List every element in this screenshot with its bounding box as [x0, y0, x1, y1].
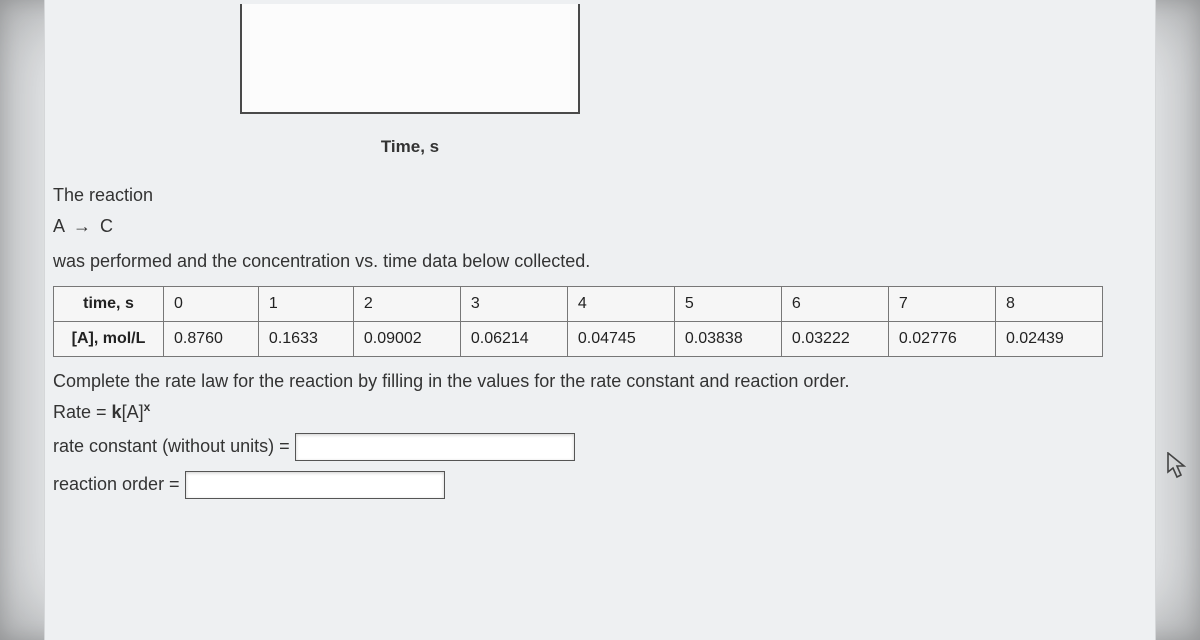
conc-cell: 0.1633	[258, 322, 353, 357]
chart-plot-area	[240, 4, 580, 114]
row-header-time: time, s	[54, 287, 164, 322]
reaction-order-label: reaction order =	[53, 474, 180, 494]
concentration-table: time, s 0 1 2 3 4 5 6 7 8 [A], mol/L 0.8…	[53, 286, 1103, 357]
cursor-icon	[1166, 452, 1188, 480]
conc-cell: 0.02776	[888, 322, 995, 357]
time-cell: 5	[674, 287, 781, 322]
conc-cell: 0.02439	[995, 322, 1102, 357]
rate-prefix: Rate =	[53, 402, 112, 422]
time-cell: 2	[353, 287, 460, 322]
time-cell: 4	[567, 287, 674, 322]
chart-area: Time, s	[45, 4, 1155, 157]
table-row: [A], mol/L 0.8760 0.1633 0.09002 0.06214…	[54, 322, 1103, 357]
reaction-equation: A → C	[53, 216, 1155, 237]
time-cell: 3	[460, 287, 567, 322]
time-cell: 7	[888, 287, 995, 322]
intro-line-1: The reaction	[53, 185, 1155, 206]
chart-x-axis-label: Time, s	[0, 137, 1155, 157]
rate-k: k	[112, 402, 122, 422]
rate-constant-row: rate constant (without units) =	[53, 433, 1155, 461]
time-cell: 6	[781, 287, 888, 322]
time-cell: 1	[258, 287, 353, 322]
rate-law-equation: Rate = k[A]x	[53, 400, 1155, 423]
reaction-order-row: reaction order =	[53, 471, 1155, 499]
rate-species: A	[127, 402, 139, 422]
conc-cell: 0.06214	[460, 322, 567, 357]
rate-constant-input[interactable]	[295, 433, 575, 461]
intro-line-2: was performed and the concentration vs. …	[53, 251, 1155, 272]
reaction-order-input[interactable]	[185, 471, 445, 499]
instruction-text: Complete the rate law for the reaction b…	[53, 371, 1155, 392]
rate-constant-label: rate constant (without units) =	[53, 436, 290, 456]
reaction-rhs: C	[100, 216, 113, 236]
table-row: time, s 0 1 2 3 4 5 6 7 8	[54, 287, 1103, 322]
rate-exponent: x	[144, 400, 151, 414]
time-cell: 8	[995, 287, 1102, 322]
monitor-frame: Time, s The reaction A → C was performed…	[0, 0, 1200, 640]
conc-cell: 0.09002	[353, 322, 460, 357]
question-content: Time, s The reaction A → C was performed…	[44, 0, 1156, 640]
conc-cell: 0.04745	[567, 322, 674, 357]
reaction-lhs: A	[53, 216, 64, 236]
conc-cell: 0.8760	[164, 322, 259, 357]
time-cell: 0	[164, 287, 259, 322]
conc-cell: 0.03838	[674, 322, 781, 357]
arrow-right-icon: →	[69, 216, 95, 237]
conc-cell: 0.03222	[781, 322, 888, 357]
row-header-conc: [A], mol/L	[54, 322, 164, 357]
